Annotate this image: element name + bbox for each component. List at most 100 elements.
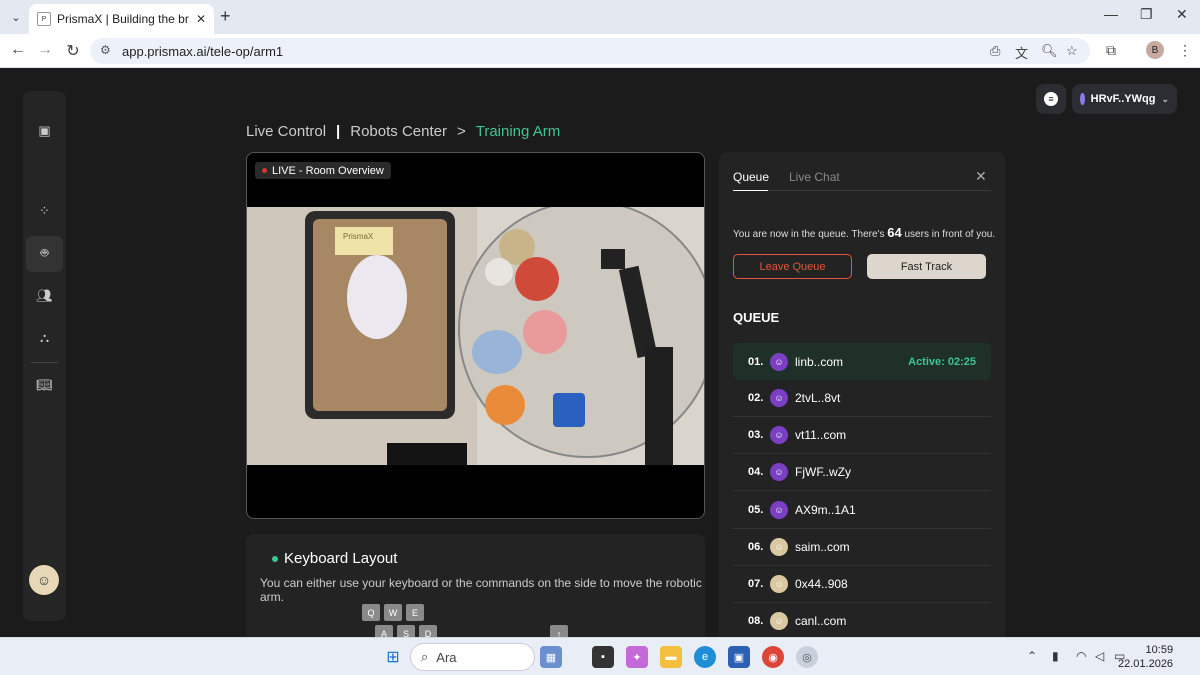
queue-user-avatar: ☺ <box>770 575 788 593</box>
queue-row: 05. ☺ AX9m..1A1 <box>733 492 991 529</box>
tabs-divider <box>733 190 991 191</box>
live-video-feed: LIVE - Room Overview PrismaX <box>246 152 705 519</box>
active-tab-underline <box>733 190 768 191</box>
app-page: ▣ ⁘ 🤖︎ 👥︎ ⛬ 📖︎ ☺ ≡ HRvF..YWqg ⌄ Live Con… <box>0 68 1200 637</box>
queue-user-avatar: ☺ <box>770 389 788 407</box>
leave-queue-button[interactable]: Leave Queue <box>733 254 852 279</box>
profile-avatar[interactable]: B <box>1146 41 1164 59</box>
key-q[interactable]: Q <box>362 604 380 621</box>
new-tab-icon[interactable]: + <box>220 6 231 27</box>
breadcrumb-robots-center[interactable]: Robots Center <box>350 123 447 140</box>
chrome-icon[interactable]: ◉ <box>762 646 784 668</box>
network-icon[interactable]: ⛬ <box>23 320 66 356</box>
store-icon[interactable]: ▣ <box>728 646 750 668</box>
key-d[interactable]: D <box>419 625 437 637</box>
user-avatar[interactable]: ☺ <box>29 565 59 595</box>
queue-user-avatar: ☺ <box>770 538 788 556</box>
address-bar[interactable]: ⚙ app.prismax.ai/tele-op/arm1 ⎙ 文 🔍︎ ☆ <box>90 38 1090 64</box>
users-icon[interactable]: 👥︎ <box>23 278 66 314</box>
window-close-icon[interactable]: ✕ <box>1176 6 1188 23</box>
widgets-icon[interactable]: ▦ <box>540 646 562 668</box>
queue-heading: QUEUE <box>733 310 780 325</box>
system-clock[interactable]: 10:59 22.01.2026 <box>1118 643 1173 671</box>
extensions-icon[interactable]: ⧉ <box>1106 42 1116 59</box>
tray-app-icon[interactable]: ▮ <box>1052 649 1059 663</box>
wallet-icon <box>1080 93 1085 105</box>
queue-position: 05. <box>748 504 764 516</box>
keyboard-title-text: Keyboard Layout <box>284 550 398 567</box>
queue-user-name: 2tvL..8vt <box>795 391 841 405</box>
queue-user-name: linb..com <box>795 354 844 369</box>
queue-row: 08. ☺ canl..com <box>733 603 991 637</box>
volume-icon[interactable]: ◁ <box>1095 649 1104 663</box>
key-e[interactable]: E <box>406 604 424 621</box>
tab-live-chat[interactable]: Live Chat <box>789 170 840 184</box>
tray-chevron-icon[interactable]: ⌃ <box>1027 649 1037 663</box>
file-explorer-icon[interactable]: ▬ <box>660 646 682 668</box>
browser-tab[interactable]: P PrismaX | Building the bridge be ✕ <box>29 4 214 34</box>
minimize-icon[interactable]: — <box>1104 6 1118 22</box>
browser-menu-icon[interactable]: ⋮ <box>1178 42 1192 59</box>
menu-list-icon: ≡ <box>1044 92 1058 106</box>
keyboard-description: You can either use your keyboard or the … <box>260 576 702 604</box>
windows-start-icon[interactable]: ⊞ <box>382 646 404 668</box>
zoom-icon[interactable]: 🔍︎ <box>1041 43 1058 59</box>
back-icon[interactable]: ← <box>8 41 28 59</box>
restore-icon[interactable]: ❐ <box>1140 6 1153 23</box>
queue-row: 07. ☺ 0x44..908 <box>733 566 991 603</box>
keyboard-layout-panel: Keyboard Layout You can either use your … <box>246 534 705 637</box>
site-settings-icon[interactable]: ⚙ <box>100 43 111 57</box>
queue-row: 01. ☺ linb..com Active: 02:25 <box>733 343 991 380</box>
edge-icon[interactable]: e <box>694 646 716 668</box>
tab-close-icon[interactable]: ✕ <box>196 12 206 26</box>
wallet-button[interactable]: HRvF..YWqg ⌄ <box>1072 84 1177 114</box>
queue-position: 06. <box>748 541 764 553</box>
menu-list-button[interactable]: ≡ <box>1036 84 1066 114</box>
live-dot-icon <box>262 168 267 173</box>
fast-track-button[interactable]: Fast Track <box>867 254 986 279</box>
key-arrow-up[interactable]: ↑ <box>550 625 568 637</box>
queue-user-avatar: ☺ <box>770 501 788 519</box>
breadcrumb-separator: | <box>336 123 341 140</box>
queue-position: 08. <box>748 615 764 627</box>
queue-row: 03. ☺ vt11..com <box>733 417 991 454</box>
wifi-icon[interactable]: ◠ <box>1076 649 1086 663</box>
key-w[interactable]: W <box>384 604 402 621</box>
translate-icon[interactable]: 文 <box>1015 43 1028 62</box>
forward-icon[interactable]: → <box>35 41 55 59</box>
breadcrumb-live-control[interactable]: Live Control <box>246 123 326 140</box>
queue-user-avatar: ☺ <box>770 352 788 371</box>
tab-queue[interactable]: Queue <box>733 170 769 184</box>
search-icon: ⌕ <box>421 649 429 664</box>
close-panel-icon[interactable]: ✕ <box>975 168 987 185</box>
book-icon[interactable]: 📖︎ <box>23 367 66 403</box>
install-app-icon[interactable]: ⎙ <box>990 43 1000 59</box>
copilot-icon[interactable]: ✦ <box>626 646 648 668</box>
live-badge: LIVE - Room Overview <box>255 162 391 179</box>
queue-row: 06. ☺ saim..com <box>733 529 991 566</box>
robot-icon[interactable]: 🤖︎ <box>26 236 63 272</box>
queue-user-name: FjWF..wZy <box>795 465 851 479</box>
key-a[interactable]: A <box>375 625 393 637</box>
taskbar-search[interactable]: ⌕ Ara <box>410 643 535 671</box>
queue-user-name: saim..com <box>795 540 850 554</box>
search-placeholder: Ara <box>436 649 457 665</box>
task-view-icon[interactable]: ▪ <box>592 646 614 668</box>
tab-search-chevron-icon[interactable]: ⌄ <box>6 7 26 27</box>
queue-row: 02. ☺ 2tvL..8vt <box>733 380 991 417</box>
reload-icon[interactable]: ↻ <box>63 41 83 61</box>
prismax-box-label: PrismaX <box>343 232 374 241</box>
breadcrumb-training-arm[interactable]: Training Arm <box>476 123 560 140</box>
active-status: Active: 02:25 <box>908 355 976 368</box>
keyboard-title: Keyboard Layout <box>272 550 397 567</box>
key-s[interactable]: S <box>397 625 415 637</box>
dashboard-icon[interactable]: ⁘ <box>23 193 66 229</box>
breadcrumb-arrow-icon: > <box>456 123 466 140</box>
sidebar-toggle-icon[interactable]: ▣ <box>23 113 66 149</box>
app-icon[interactable]: ◎ <box>796 646 818 668</box>
green-dot-icon <box>272 555 278 562</box>
queue-panel: Queue Live Chat ✕ You are now in the que… <box>719 152 1005 637</box>
url-text: app.prismax.ai/tele-op/arm1 <box>122 44 284 59</box>
bookmark-star-icon[interactable]: ☆ <box>1066 43 1078 59</box>
breadcrumb: Live Control | Robots Center > Training … <box>246 123 560 140</box>
